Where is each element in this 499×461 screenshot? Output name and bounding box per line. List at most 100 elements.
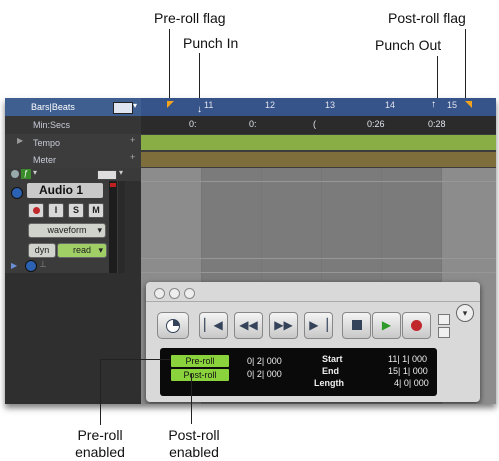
bar-tick: 12 [265,100,276,110]
punch-out-leader [437,56,438,102]
end-label: End [322,366,339,376]
tempo-ruler[interactable]: ▶ Tempo + [5,134,496,151]
preroll-enabled-line2: enabled [75,444,125,460]
tempo-label: Tempo [33,138,61,148]
preroll-enabled-callout: Pre-roll enabled [70,427,130,461]
postroll-flag-callout: Post-roll flag [388,10,466,26]
track-select-icon[interactable] [11,187,23,199]
time-tick: 0:28 [428,119,446,129]
end-value[interactable]: 15| 1| 000 [388,366,428,376]
input-monitor-button[interactable]: I [48,203,64,218]
preroll-flag-leader [169,29,170,102]
audio-track-header: Audio 1 I S M waveform ▾ dyn read ▾ ▶ ⊥ [5,181,125,273]
chevron-down-icon[interactable]: ▾ [119,168,123,177]
bars-beats-timeline[interactable]: 11 12 13 14 15 [141,98,496,116]
add-meter-icon[interactable]: + [130,152,135,162]
transport-option-toggle[interactable] [438,327,450,338]
dyn-button[interactable]: dyn [28,243,56,258]
tempo-lane[interactable] [141,135,496,150]
start-value[interactable]: 11| 1| 000 [388,354,427,364]
track-name[interactable]: Audio 1 [27,183,103,198]
record-enable-button[interactable] [28,203,44,218]
preroll-enabled-leader-v [100,359,101,425]
postroll-enabled-leader [191,374,192,424]
zoom-window-icon[interactable] [184,288,195,299]
track-level-meter [109,181,117,273]
playlist-icon[interactable] [25,260,37,272]
transport-menu-icon[interactable]: ▾ [456,304,474,322]
online-button[interactable] [157,312,189,339]
postroll-enabled-line1: Post-roll [168,427,220,443]
stop-button[interactable] [342,312,371,339]
preroll-flag-callout: Pre-roll flag [154,10,226,26]
clip-indicator [110,183,116,187]
title-divider [146,301,480,302]
track-scrollbar[interactable] [118,181,125,273]
meter-lane[interactable] [141,152,496,167]
preroll-enabled-leader-h [100,359,170,360]
mute-button[interactable]: M [88,203,104,218]
min-secs-ruler[interactable]: Min:Secs 0: 0: ( 0:26 0:28 [5,116,496,134]
track-header-toolbar: ƒ ▾ ▾ [5,168,141,181]
rewind-button[interactable]: ◀◀ [234,312,263,339]
track-options-icon[interactable] [11,170,19,178]
start-label: Start [322,354,343,364]
track-height-selector[interactable] [97,170,117,180]
postroll-value[interactable]: 0| 2| 000 [247,369,282,379]
edit-window: Bars|Beats ▾ 11 12 13 14 15 ↓ ↑ Min:Secs… [5,98,496,404]
length-value[interactable]: 4| 0| 000 [394,378,429,388]
return-to-zero-button[interactable]: ▏◀ [199,312,228,339]
fast-forward-button[interactable]: ▶▶ [269,312,298,339]
min-secs-label: Min:Secs [33,120,71,130]
ruler-view-selector[interactable] [113,102,133,114]
automation-mode-label: read [72,245,91,255]
instrument-icon[interactable]: ƒ [21,169,31,179]
time-tick: 0:26 [367,119,385,129]
track-headers: ƒ ▾ ▾ Audio 1 I S M waveform ▾ dyn read ▾ … [5,168,141,404]
meter-label: Meter [33,155,57,165]
grid-line [141,181,496,182]
bar-tick: 15 [447,100,458,110]
time-tick: 0: [249,119,257,129]
go-to-end-button[interactable]: ▶▕ [304,312,333,339]
chevron-down-icon[interactable]: ▾ [33,168,37,177]
transport-option-toggle[interactable] [438,314,450,325]
transport-counter-panel: Pre-roll Post-roll 0| 2| 000 0| 2| 000 S… [160,348,437,396]
meter-ruler[interactable]: Meter + [5,151,496,168]
track-type-icon: ⊥ [39,259,47,269]
punch-out-marker-icon[interactable]: ↑ [431,99,436,110]
bars-beats-ruler[interactable]: Bars|Beats ▾ 11 12 13 14 15 ↓ ↑ [5,98,496,116]
track-view-label: waveform [47,225,87,235]
preroll-value[interactable]: 0| 2| 000 [247,356,282,366]
add-tempo-icon[interactable]: + [130,135,135,145]
bar-tick: 11 [204,100,214,110]
punch-in-callout: Punch In [183,35,239,51]
expand-triangle-icon[interactable]: ▶ [11,261,17,270]
punch-in-leader [199,53,200,102]
grid-line [141,258,496,259]
grid-line [141,272,496,273]
chevron-down-icon: ▾ [98,245,103,255]
punch-in-marker-icon[interactable]: ↓ [197,104,202,115]
time-tick: ( [313,119,316,129]
preroll-toggle-button[interactable]: Pre-roll [171,355,229,367]
transport-window: ▏◀ ◀◀ ▶▶ ▶▕ ▶ ▾ Pre-roll Post-roll 0| 2|… [146,282,480,402]
postroll-flag-icon[interactable] [465,101,472,108]
preroll-flag-icon[interactable] [167,101,174,108]
play-button[interactable]: ▶ [372,312,401,339]
chevron-down-icon: ▾ [97,225,102,235]
postroll-toggle-button[interactable]: Post-roll [171,369,229,381]
chevron-down-icon[interactable]: ▾ [133,101,137,110]
minimize-window-icon[interactable] [169,288,180,299]
postroll-enabled-callout: Post-roll enabled [158,427,230,461]
solo-button[interactable]: S [68,203,84,218]
close-window-icon[interactable] [154,288,165,299]
postroll-flag-leader [465,29,466,102]
bar-tick: 13 [325,100,336,110]
record-button[interactable] [402,312,431,339]
track-view-selector[interactable]: waveform ▾ [28,223,106,238]
time-tick: 0: [189,119,197,129]
postroll-enabled-line2: enabled [169,444,219,460]
punch-out-callout: Punch Out [375,37,442,53]
automation-mode-selector[interactable]: read ▾ [57,243,107,258]
